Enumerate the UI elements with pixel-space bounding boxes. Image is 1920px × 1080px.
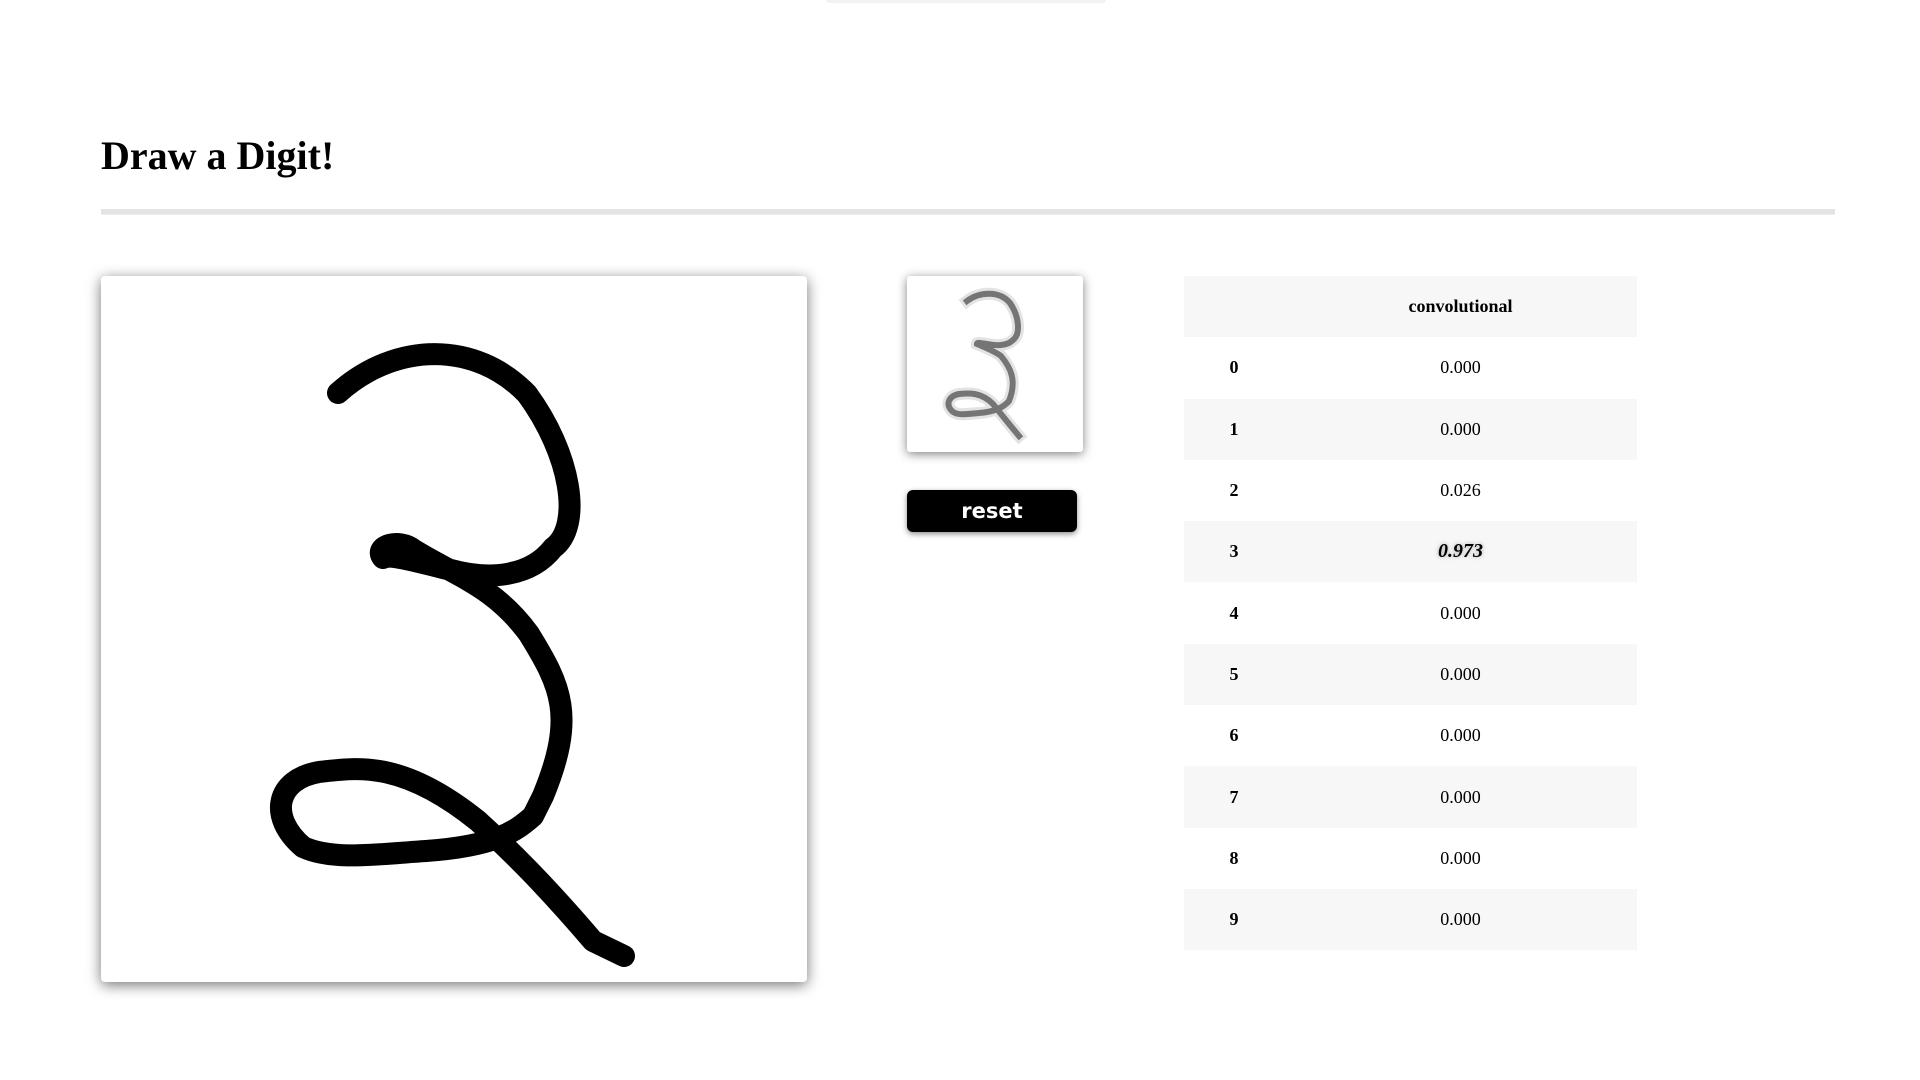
digit-label: 2 (1229, 480, 1239, 501)
table-row: 5 0.000 (1184, 643, 1637, 706)
drawn-stroke (270, 343, 635, 967)
digit-label: 7 (1184, 766, 1284, 828)
column-header-convolutional: convolutional (1284, 276, 1637, 338)
probability-value: 0.000 (1440, 847, 1481, 868)
reset-button[interactable]: reset (907, 490, 1077, 532)
preview-digit-image (942, 287, 1028, 445)
drawing-canvas[interactable] (101, 276, 807, 982)
probability-value: 0.000 (1440, 602, 1481, 623)
results-table: convolutional 0 0.000 1 0.000 2 0.026 3 … (1184, 276, 1637, 951)
table-row: 9 0.000 (1184, 888, 1637, 951)
probability-value: 0.000 (1284, 888, 1637, 951)
page-title: Draw a Digit! (101, 133, 335, 178)
probability-value: 0.000 (1284, 643, 1637, 706)
digit-label: 0 (1229, 357, 1239, 378)
preview-canvas (907, 276, 1083, 452)
probability-value: 0.000 (1284, 398, 1637, 460)
top-tab-decoration (826, 0, 1106, 3)
table-row: 3 0.973 (1184, 521, 1637, 583)
digit-label: 6 (1229, 725, 1239, 746)
probability-value: 0.000 (1284, 766, 1637, 828)
digit-label: 8 (1229, 847, 1239, 868)
table-row: 0 0.000 (1184, 337, 1637, 398)
table-row: 7 0.000 (1184, 766, 1637, 828)
table-row: 8 0.000 (1184, 828, 1637, 889)
header-empty-cell (1184, 276, 1284, 338)
title-divider (101, 209, 1835, 215)
probability-value: 0.000 (1440, 357, 1481, 378)
probability-value: 0.026 (1440, 480, 1481, 501)
probability-value: 0.000 (1440, 725, 1481, 746)
table-header-row: convolutional (1184, 276, 1637, 338)
digit-label: 9 (1184, 888, 1284, 951)
digit-label: 4 (1229, 602, 1239, 623)
digit-label: 1 (1184, 398, 1284, 460)
table-row: 1 0.000 (1184, 398, 1637, 460)
table-row: 6 0.000 (1184, 705, 1637, 766)
digit-label: 3 (1184, 521, 1284, 583)
table-row: 2 0.026 (1184, 460, 1637, 521)
page: Draw a Digit! reset convolutional 0 0.00… (0, 0, 1920, 1080)
probability-value-highlighted: 0.973 (1284, 521, 1637, 583)
digit-label: 5 (1184, 643, 1284, 706)
table-row: 4 0.000 (1184, 582, 1637, 643)
